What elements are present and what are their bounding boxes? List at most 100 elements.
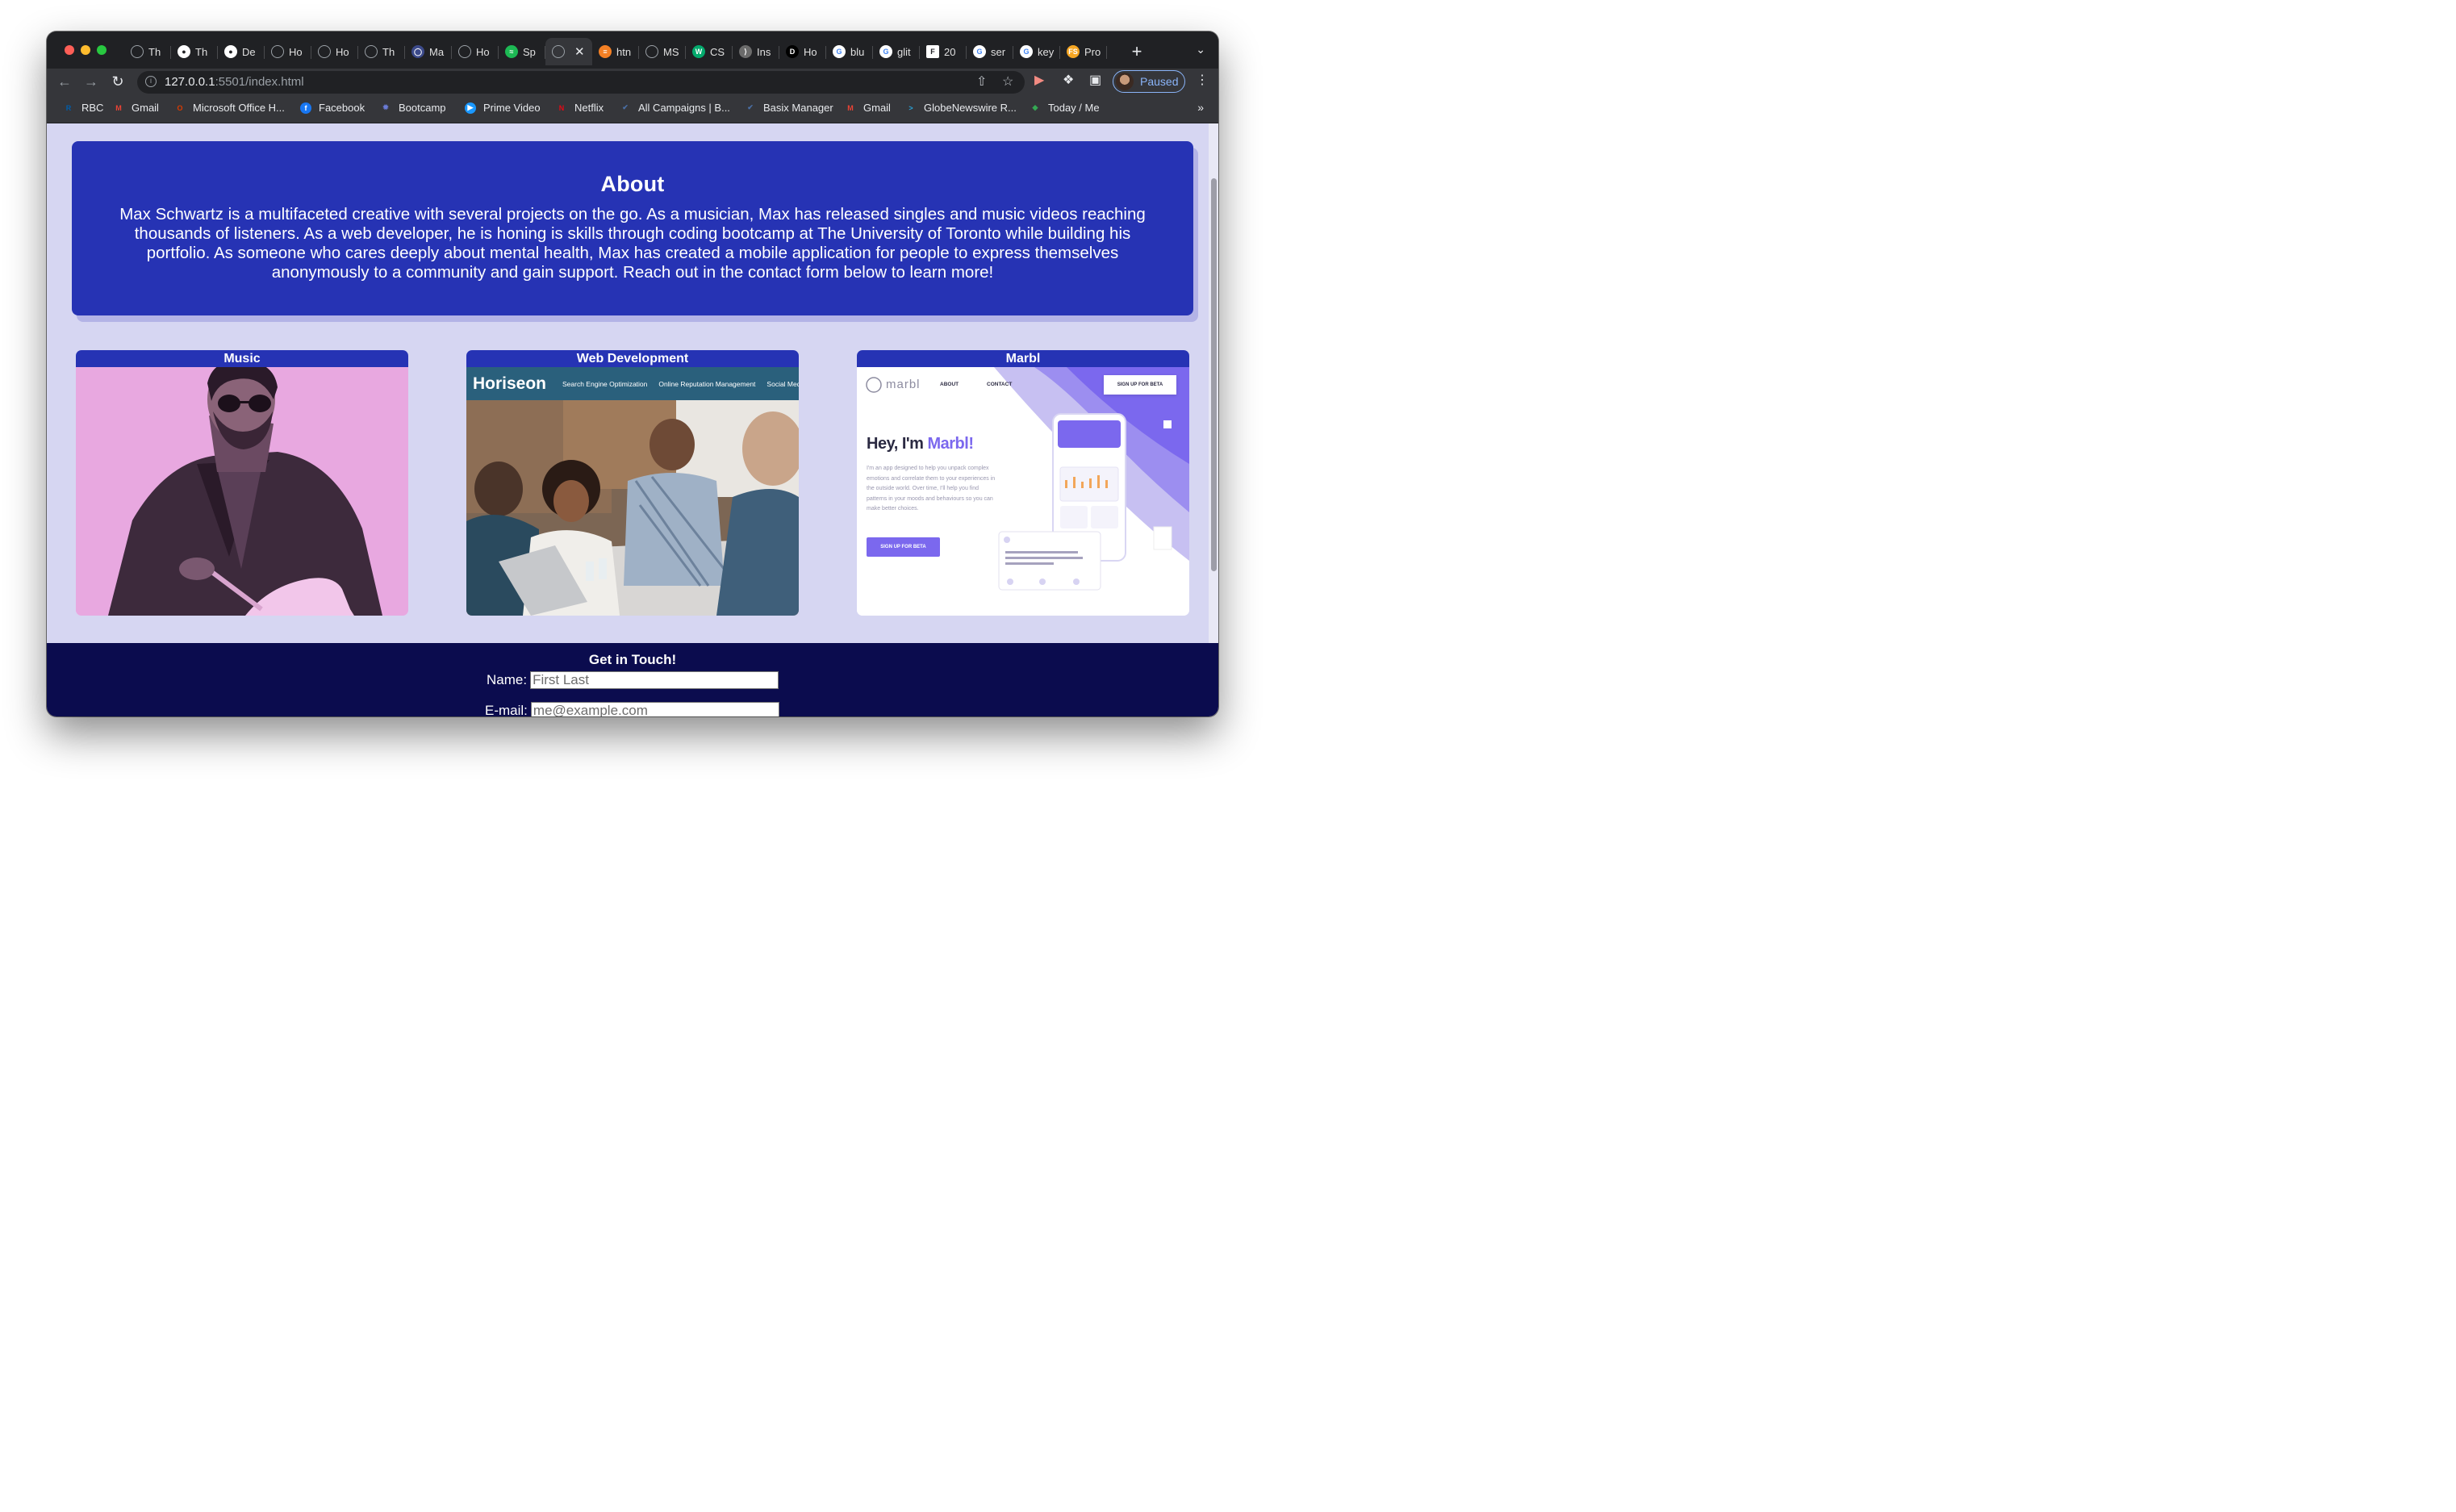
more-bookmarks-icon[interactable]: »: [1197, 101, 1204, 114]
forward-button[interactable]: →: [82, 72, 100, 91]
about-body: Max Schwartz is a multifaceted creative …: [119, 205, 1146, 282]
browser-tab[interactable]: ◯ Ma: [405, 38, 452, 65]
bookmark-label: Netflix: [574, 102, 604, 114]
name-label: Name:: [487, 672, 528, 687]
bookmark-item[interactable]: M Gmail: [113, 102, 159, 114]
site-info-icon[interactable]: i: [145, 76, 157, 87]
globe-icon: [131, 45, 144, 58]
browser-tab[interactable]: ≡ htn: [592, 38, 639, 65]
globenewswire-icon: >: [908, 103, 913, 112]
bookmark-item[interactable]: ✔ All Campaigns | B...: [620, 102, 730, 114]
netflix-icon: N: [558, 103, 565, 112]
bookmark-label: Basix Manager: [763, 102, 833, 114]
puzzle-extensions-icon[interactable]: ❖: [1063, 72, 1074, 88]
browser-tab[interactable]: Th: [358, 38, 405, 65]
marbl-nav-contact: CONTACT: [987, 382, 1013, 387]
url-text[interactable]: 127.0.0.1:5501/index.html: [165, 75, 304, 89]
profile-status-label: Paused: [1140, 75, 1179, 88]
browser-tab[interactable]: Ho: [265, 38, 311, 65]
bookmark-item[interactable]: f Facebook: [300, 102, 365, 114]
globe-icon: [458, 45, 471, 58]
browser-tab[interactable]: ● Th: [171, 38, 218, 65]
browser-tab[interactable]: ≈ Sp: [499, 38, 545, 65]
minimize-window-button[interactable]: [81, 45, 90, 55]
tab-strip: Th ● Th ● De Ho Ho Th ◯ Ma Ho ≈ Sp ✕ ≡ htn MS W CS ⟩ Ins D Ho G…: [47, 31, 1218, 69]
scrollbar[interactable]: [1209, 123, 1218, 716]
browser-tab[interactable]: W CS: [686, 38, 733, 65]
about-title: About: [600, 172, 665, 196]
maximize-window-button[interactable]: [97, 45, 107, 55]
marbl-signup-bottom-button: SIGN UP FOR BETA: [867, 537, 940, 557]
facebook-icon: f: [300, 102, 311, 114]
browser-tab[interactable]: ● De: [218, 38, 265, 65]
bookmark-label: RBC: [81, 102, 104, 114]
tab-label: blu: [850, 45, 865, 58]
tab-label: Ho: [476, 45, 490, 58]
extension-icon[interactable]: ▶: [1034, 72, 1044, 88]
name-input[interactable]: [530, 671, 779, 689]
address-bar[interactable]: i 127.0.0.1:5501/index.html ⇧ ☆: [137, 71, 1025, 94]
bookmark-item[interactable]: M Gmail: [845, 102, 891, 114]
share-icon[interactable]: ⇧: [976, 73, 987, 90]
browser-tab[interactable]: D Ho: [779, 38, 826, 65]
bookmark-label: Facebook: [319, 102, 365, 114]
project-title: Music: [76, 350, 408, 367]
bookmark-item[interactable]: > GlobeNewswire R...: [905, 102, 1017, 114]
side-panel-icon[interactable]: ▣: [1089, 72, 1101, 88]
browser-tab[interactable]: F 20: [920, 38, 967, 65]
tab-label: Th: [382, 45, 395, 58]
bookmark-item[interactable]: ✹ Bootcamp: [380, 102, 445, 114]
reload-button[interactable]: ↻: [109, 72, 127, 91]
email-row: E-mail:: [485, 702, 779, 716]
tab-list: Th ● Th ● De Ho Ho Th ◯ Ma Ho ≈ Sp ✕ ≡ htn MS W CS ⟩ Ins D Ho G…: [124, 38, 1107, 65]
project-title: Marbl: [857, 350, 1189, 367]
rbc-icon: R: [65, 103, 72, 112]
page-viewport: About Max Schwartz is a multifaceted cre…: [47, 123, 1218, 716]
browser-tab[interactable]: Ho: [452, 38, 499, 65]
email-input[interactable]: [530, 702, 779, 716]
project-card-web-development[interactable]: Web Development Horiseon Search Engine O…: [466, 350, 799, 616]
campaign-icon: ✔: [622, 103, 629, 111]
marbl-icon: ◯: [411, 45, 424, 58]
project-title: Web Development: [466, 350, 799, 367]
project-card-music[interactable]: Music: [76, 350, 408, 616]
profile-button[interactable]: Paused: [1113, 70, 1185, 93]
bookmark-item[interactable]: ◆ Today / Me: [1030, 102, 1100, 114]
tab-label: Th: [195, 45, 208, 58]
tab-search-chevron-icon[interactable]: ⌄: [1196, 43, 1205, 56]
contact-title: Get in Touch!: [588, 652, 677, 667]
browser-tab[interactable]: FS Pro: [1060, 38, 1107, 65]
tab-label: Ma: [429, 45, 445, 58]
dev-icon: D: [786, 45, 799, 58]
browser-tab[interactable]: Gblu: [826, 38, 873, 65]
globe-icon: [271, 45, 284, 58]
office-icon: O: [177, 103, 183, 112]
browser-tab[interactable]: ✕: [545, 38, 592, 65]
bookmark-item[interactable]: ▶ Prime Video: [465, 102, 541, 114]
browser-tab[interactable]: Th: [124, 38, 171, 65]
bookmark-item[interactable]: N Netflix: [556, 102, 604, 114]
scrollbar-thumb[interactable]: [1211, 178, 1217, 571]
close-window-button[interactable]: [65, 45, 74, 55]
new-tab-button[interactable]: +: [1128, 41, 1146, 62]
browser-tab[interactable]: MS: [639, 38, 686, 65]
bookmark-item[interactable]: R RBC: [63, 102, 104, 114]
bookmark-item[interactable]: O Microsoft Office H...: [174, 102, 284, 114]
bookmark-label: Prime Video: [483, 102, 541, 114]
browser-tab[interactable]: Gser: [967, 38, 1013, 65]
browser-tab[interactable]: Ho: [311, 38, 358, 65]
stackoverflow-icon: ≡: [599, 45, 612, 58]
browser-tab[interactable]: ⟩ Ins: [733, 38, 779, 65]
project-card-marbl[interactable]: Marbl marbl ABOUT CONTACT SIGN UP FOR BE…: [857, 350, 1189, 616]
globe-icon: [318, 45, 331, 58]
back-button[interactable]: ←: [56, 72, 73, 91]
browser-tab[interactable]: Gkey: [1013, 38, 1060, 65]
tab-label: Ho: [804, 45, 817, 58]
menu-kebab-icon[interactable]: ⋮: [1196, 72, 1209, 88]
close-tab-icon[interactable]: ✕: [574, 44, 585, 59]
bookmark-label: All Campaigns | B...: [638, 102, 730, 114]
bookmark-item[interactable]: ✔ Basix Manager: [745, 102, 833, 114]
browser-tab[interactable]: Gglit: [873, 38, 920, 65]
marbl-nav-about: ABOUT: [940, 382, 959, 387]
bookmark-star-icon[interactable]: ☆: [1002, 73, 1013, 90]
